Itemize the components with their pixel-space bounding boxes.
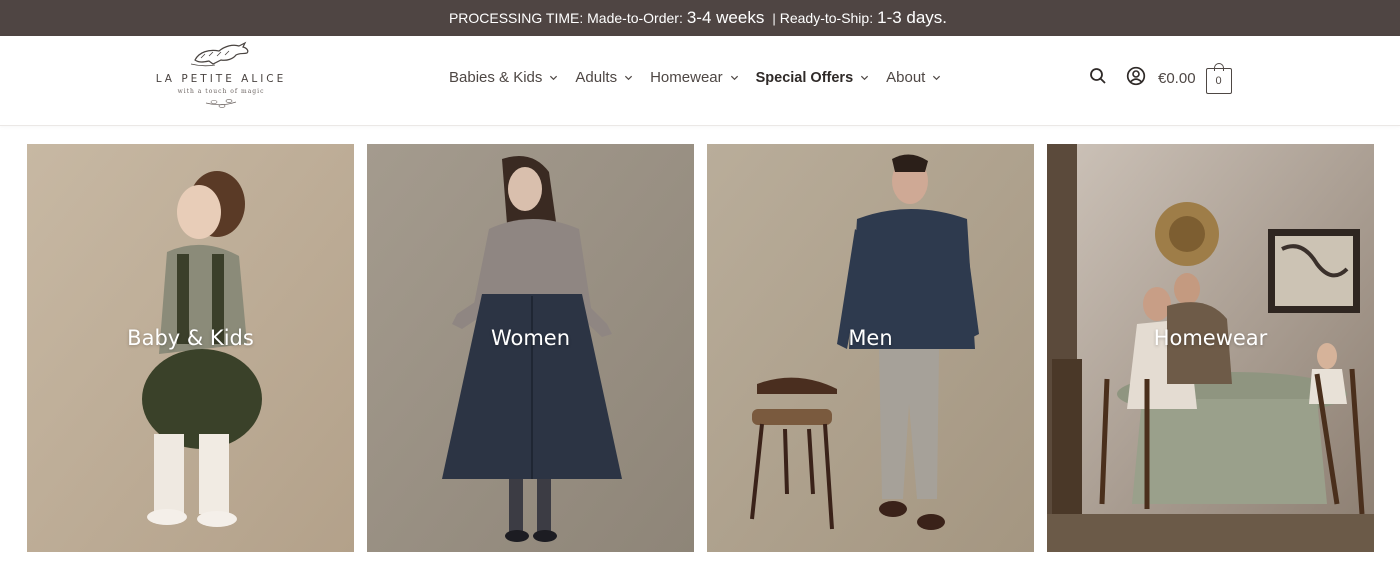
header-tools: €0.00 0: [1088, 63, 1232, 94]
category-label: Homewear: [1153, 326, 1268, 350]
hare-logo-icon: [190, 41, 249, 67]
cart-total[interactable]: €0.00: [1158, 70, 1196, 87]
logo-tagline: with a touch of magic: [177, 88, 265, 95]
category-label: Men: [848, 326, 893, 350]
site-logo[interactable]: LA PETITE ALICE with a touch of magic: [150, 40, 292, 120]
logo-name: LA PETITE ALICE: [155, 73, 287, 85]
category-tile-homewear[interactable]: Homewear: [1047, 144, 1374, 552]
chevron-down-icon: [861, 75, 869, 81]
cart-button[interactable]: 0: [1205, 63, 1232, 94]
nav-item-about[interactable]: About: [886, 69, 941, 86]
account-button[interactable]: [1126, 66, 1146, 91]
nav-item-label: Babies & Kids: [449, 69, 543, 86]
chevron-down-icon: [730, 75, 738, 81]
made-to-order-time: 3-4 weeks: [686, 8, 765, 27]
user-circle-icon: [1126, 66, 1146, 85]
announcement-separator: |: [772, 10, 776, 26]
main-navigation: Babies & Kids Adults Homewear Special Of…: [449, 69, 958, 86]
chevron-down-icon: [933, 75, 941, 81]
category-tile-men[interactable]: Men: [707, 144, 1034, 552]
chevron-down-icon: [625, 75, 633, 81]
category-tile-baby-kids[interactable]: Baby & Kids: [27, 144, 354, 552]
search-icon: [1090, 67, 1106, 84]
nav-item-label: About: [886, 69, 926, 86]
sprig-ornament-icon: [205, 99, 237, 108]
nav-item-special-offers[interactable]: Special Offers: [756, 70, 870, 86]
announcement-bar: PROCESSING TIME: Made-to-Order: 3-4 week…: [0, 0, 1400, 36]
nav-item-label: Adults: [575, 69, 618, 86]
ready-to-ship-label: Ready-to-Ship:: [779, 10, 874, 26]
nav-item-label: Special Offers: [755, 69, 854, 86]
site-header: LA PETITE ALICE with a touch of magic Ba…: [0, 36, 1400, 126]
nav-item-adults[interactable]: Adults: [575, 69, 633, 86]
category-tile-women[interactable]: Women: [367, 144, 694, 552]
ready-to-ship-time: 1-3 days.: [877, 8, 948, 27]
processing-time-label: PROCESSING TIME: Made-to-Order:: [448, 10, 683, 26]
nav-item-label: Homewear: [650, 69, 723, 86]
category-label: Baby & Kids: [127, 326, 254, 350]
search-button[interactable]: [1088, 66, 1108, 91]
category-label: Women: [490, 326, 571, 350]
chevron-down-icon: [550, 75, 558, 81]
nav-item-homewear[interactable]: Homewear: [650, 69, 739, 86]
nav-item-babies-kids[interactable]: Babies & Kids: [449, 69, 558, 86]
cart-count: 0: [1205, 68, 1232, 94]
